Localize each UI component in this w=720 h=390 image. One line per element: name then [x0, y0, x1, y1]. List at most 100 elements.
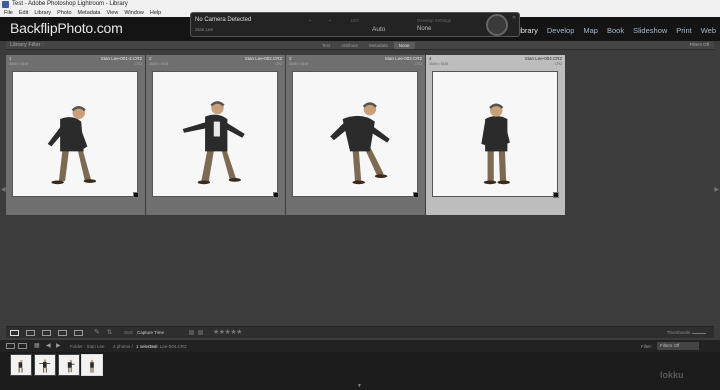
module-develop[interactable]: Develop: [547, 26, 575, 35]
tethered-capture-bar: No Camera Detected Stan Lee ⎯ ⎯ ISO Auto…: [190, 12, 520, 37]
cell-extension: CR2: [134, 62, 142, 66]
cell-index: 1: [9, 56, 12, 61]
filter-preset[interactable]: Filters Off: [690, 42, 709, 47]
rating-stars[interactable]: ★★★★★: [213, 328, 242, 336]
figure-image: [90, 359, 94, 373]
filmstrip-thumb[interactable]: [10, 354, 32, 376]
cell-filename: Stan Lee-003.CR2: [384, 56, 422, 61]
filmstrip: ▼: [0, 352, 720, 390]
painter-icon[interactable]: ✎: [94, 328, 100, 336]
primary-window-icon[interactable]: [6, 343, 15, 349]
shutter-release-button[interactable]: [486, 14, 508, 36]
module-book[interactable]: Book: [607, 26, 624, 35]
lightroom-app-icon: [2, 1, 9, 8]
menu-library[interactable]: Library: [34, 9, 51, 17]
cell-index: 2: [149, 56, 152, 61]
raw-badge-icon: [553, 192, 559, 198]
cell-dimensions: 3648 x 3648: [289, 62, 309, 66]
filmstrip-thumb[interactable]: [34, 354, 56, 376]
sort-label: Sort:: [124, 330, 134, 335]
left-panel-toggle-icon[interactable]: ◀: [1, 186, 6, 193]
grid-cell[interactable]: 2 3648 x 3648 Stan Lee-002.CR2 CR2: [146, 55, 285, 215]
secondary-window-icon[interactable]: [18, 343, 27, 349]
figure-image: [481, 103, 510, 185]
module-map[interactable]: Map: [583, 26, 598, 35]
filmstrip-thumb[interactable]: [58, 354, 80, 376]
cell-filename: Stan Lee-001-2.CR2: [100, 56, 142, 61]
raw-badge-icon: [413, 192, 419, 198]
cell-dimensions: 3648 x 3648: [149, 62, 169, 66]
thumbnails-label: Thumbnails: [666, 330, 690, 335]
menu-file[interactable]: File: [4, 9, 13, 17]
filmstrip-thumb-selected[interactable]: [81, 354, 103, 376]
filter-options: Text Attribute Metadata None: [317, 42, 415, 49]
filter-metadata[interactable]: Metadata: [364, 42, 393, 49]
identity-plate[interactable]: BackflipPhoto.com: [10, 20, 123, 36]
raw-badge-icon: [133, 192, 139, 198]
menu-view[interactable]: View: [106, 9, 118, 17]
sort-select[interactable]: Capture Time: [137, 330, 164, 335]
grid-view-icon[interactable]: [10, 330, 19, 336]
filmstrip-toggle-icon[interactable]: ▼: [357, 383, 362, 389]
window-title: Test - Adobe Photoshop Lightroom - Libra…: [12, 1, 128, 7]
filter-none[interactable]: None: [393, 42, 415, 49]
filter-text[interactable]: Text: [317, 42, 335, 49]
cell-index: 3: [289, 56, 292, 61]
title-bar: Test - Adobe Photoshop Lightroom - Libra…: [0, 0, 720, 9]
thumbnail-size-slider[interactable]: [692, 333, 706, 334]
selected-filename: /Stan Lee-004.CR2: [148, 344, 187, 349]
figure-image: [18, 359, 23, 373]
forward-icon[interactable]: ▶: [56, 342, 61, 349]
photo-thumbnail[interactable]: [432, 71, 558, 197]
cell-extension: CR2: [274, 62, 282, 66]
module-slideshow[interactable]: Slideshow: [633, 26, 667, 35]
watermark: lokku: [660, 370, 684, 380]
cell-extension: CR2: [414, 62, 422, 66]
photo-thumbnail[interactable]: [152, 71, 278, 197]
menu-photo[interactable]: Photo: [57, 9, 71, 17]
grid-cell-selected[interactable]: 4 3648 x 3648 Stan Lee-004.CR2 CR2: [426, 55, 565, 215]
menu-window[interactable]: Window: [124, 9, 144, 17]
menu-metadata[interactable]: Metadata: [78, 9, 101, 17]
cell-index: 4: [429, 56, 432, 61]
menu-edit[interactable]: Edit: [19, 9, 28, 17]
cell-extension: CR2: [554, 62, 562, 66]
flag-reject-icon[interactable]: [198, 330, 203, 335]
grid-icon[interactable]: ▦: [34, 342, 40, 349]
grid-cell[interactable]: 3 3648 x 3648 Stan Lee-003.CR2 CR2: [286, 55, 425, 215]
module-web[interactable]: Web: [701, 26, 716, 35]
cell-filename: Stan Lee-004.CR2: [524, 56, 562, 61]
photo-thumbnail[interactable]: [292, 71, 418, 197]
cell-dimensions: 3648 x 3648: [429, 62, 449, 66]
photo-count: 4 photos /: [113, 344, 133, 349]
module-picker: Library Develop Map Book Slideshow Print…: [515, 26, 716, 35]
grid-cell[interactable]: 1 3648 x 3648 Stan Lee-001-2.CR2 CR2: [6, 55, 145, 215]
cell-filename: Stan Lee-002.CR2: [244, 56, 282, 61]
close-icon[interactable]: ✕: [512, 15, 516, 21]
grid-view: 1 3648 x 3648 Stan Lee-001-2.CR2 CR2 2 3…: [6, 51, 714, 324]
develop-settings-select[interactable]: None: [417, 26, 431, 32]
people-view-icon[interactable]: [74, 330, 83, 336]
right-panel-toggle-icon[interactable]: ▶: [714, 186, 719, 193]
iso-label: ISO: [351, 18, 359, 23]
photo-thumbnail[interactable]: [12, 71, 138, 197]
filter-attribute[interactable]: Attribute: [336, 42, 363, 49]
survey-view-icon[interactable]: [58, 330, 67, 336]
filter-select[interactable]: Filters Off: [657, 342, 699, 350]
source-path[interactable]: Folder : Stan Lee: [70, 344, 105, 349]
compare-view-icon[interactable]: [42, 330, 51, 336]
develop-settings-label: Develop Settings: [417, 18, 452, 23]
sort-direction-icon[interactable]: ⇅: [107, 329, 112, 336]
figure-image: [47, 106, 97, 185]
session-name: Stan Lee: [195, 27, 214, 32]
menu-help[interactable]: Help: [150, 9, 161, 17]
back-icon[interactable]: ◀: [46, 342, 51, 349]
library-filter-bar: Library Filter : Text Attribute Metadata…: [6, 41, 714, 50]
loupe-view-icon[interactable]: [26, 330, 35, 336]
filter-label: Filter :: [641, 344, 654, 349]
figure-image: [182, 101, 245, 185]
module-print[interactable]: Print: [676, 26, 691, 35]
figure-image: [330, 102, 390, 185]
filmstrip-header: ▦ ◀ ▶ Folder : Stan Lee 4 photos / 1 sel…: [0, 340, 720, 352]
flag-pick-icon[interactable]: [189, 330, 194, 335]
